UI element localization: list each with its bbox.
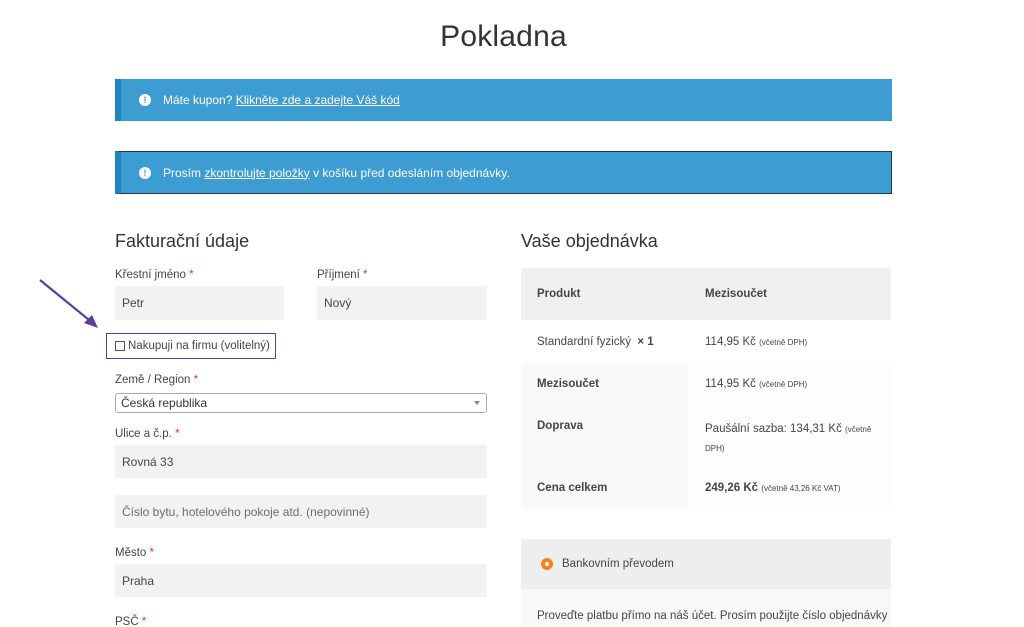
page-title: Pokladna xyxy=(440,20,567,53)
city-label: Město * xyxy=(115,547,155,559)
country-label: Země / Region * xyxy=(115,374,199,386)
payment-description: Proveďte platbu přímo na náš účet. Prosí… xyxy=(537,610,888,622)
shipping-label: Doprava xyxy=(537,420,584,432)
check-cart-notice: ! Prosím zkontrolujte položky v košíku p… xyxy=(115,151,892,194)
payment-method-label: Bankovním převodem xyxy=(562,558,674,570)
last-name-field[interactable]: Nový xyxy=(317,286,487,320)
chevron-down-icon xyxy=(474,401,480,405)
city-field[interactable]: Praha xyxy=(115,564,487,597)
first-name-field[interactable]: Petr xyxy=(115,286,284,320)
shipping-value: Paušální sazba: 134,31 Kč (včetně DPH) xyxy=(705,423,872,453)
payment-methods: Bankovním převodem Proveďte platbu přímo… xyxy=(521,539,891,627)
item-name: Standardní fyzický × 1 xyxy=(537,336,654,348)
zip-label: PSČ * xyxy=(115,616,147,627)
item-price: 114,95 Kč (včetně DPH) xyxy=(705,336,808,348)
street-field[interactable]: Rovná 33 xyxy=(115,445,487,478)
apartment-field[interactable]: Číslo bytu, hotelového pokoje atd. (nepo… xyxy=(115,495,487,528)
company-checkbox-label: Nakupuji na firmu (volitelný) xyxy=(128,340,270,352)
check-notice-after: v košíku před odesláním objednávky. xyxy=(313,165,510,180)
info-icon: ! xyxy=(139,94,151,106)
subtotal-value: 114,95 Kč (včetně DPH) xyxy=(705,378,808,390)
order-table-header: Produkt Mezisoučet xyxy=(521,268,891,320)
annotation-arrow xyxy=(39,279,98,328)
payment-method-bank-transfer[interactable]: Bankovním převodem xyxy=(521,539,891,589)
last-name-label: Příjmení * xyxy=(317,269,368,281)
order-heading: Vaše objednávka xyxy=(521,231,658,251)
coupon-link[interactable]: Klikněte zde a zadejte Váš kód xyxy=(236,93,400,107)
country-select[interactable]: Česká republika xyxy=(115,393,487,413)
subtotal-label: Mezisoučet xyxy=(537,378,599,390)
company-checkbox-highlight[interactable]: Nakupuji na firmu (volitelný) xyxy=(106,333,276,359)
country-select-value: Česká republika xyxy=(121,396,208,410)
billing-heading: Fakturační údaje xyxy=(115,231,250,251)
order-totals: Mezisoučet 114,95 Kč (včetně DPH) Doprav… xyxy=(521,363,891,509)
check-notice-before: Prosím xyxy=(163,165,202,180)
subtotal-column-header: Mezisoučet xyxy=(705,288,767,300)
company-checkbox[interactable] xyxy=(115,341,125,351)
total-value: 249,26 Kč (včetně 43,26 Kč VAT) xyxy=(705,482,841,494)
coupon-notice: ! Máte kupon? Klikněte zde a zadejte Váš… xyxy=(115,79,892,121)
order-item-row: Standardní fyzický × 1 114,95 Kč (včetně… xyxy=(521,320,891,363)
check-cart-link[interactable]: zkontrolujte položky xyxy=(204,166,309,180)
total-label: Cena celkem xyxy=(537,482,608,494)
payment-radio[interactable] xyxy=(541,558,553,570)
first-name-label: Křestní jméno * xyxy=(115,269,194,281)
info-icon: ! xyxy=(139,166,151,179)
coupon-notice-text: Máte kupon? xyxy=(163,93,233,107)
street-label: Ulice a č.p. * xyxy=(115,428,180,440)
product-column-header: Produkt xyxy=(537,288,581,300)
